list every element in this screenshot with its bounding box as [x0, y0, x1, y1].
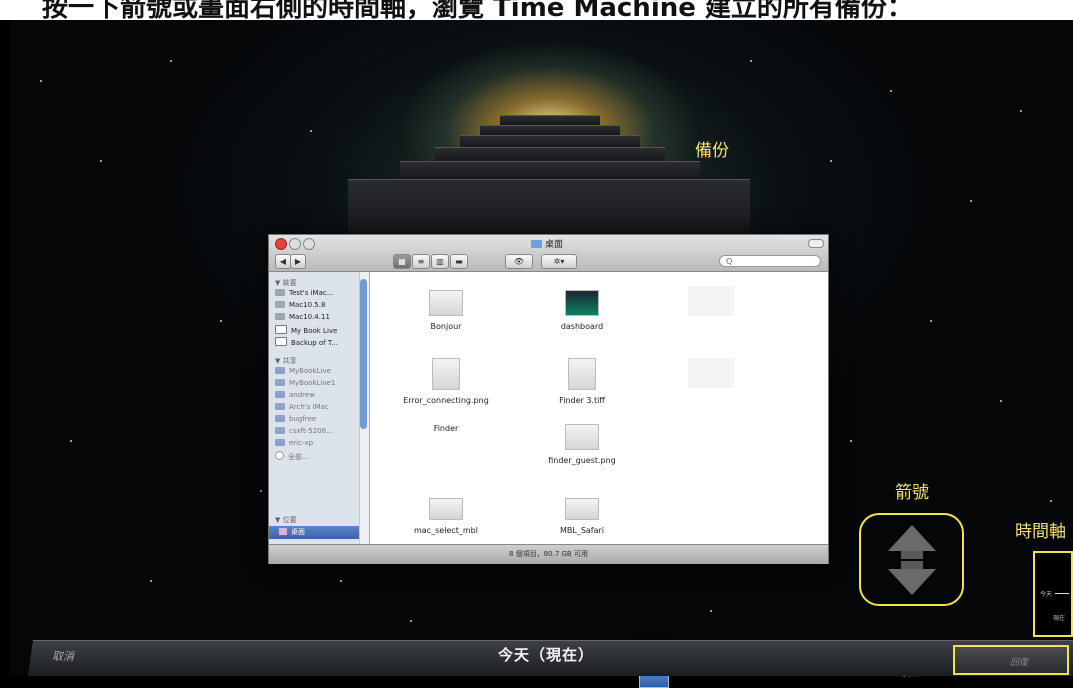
minimize-button[interactable] — [289, 238, 301, 250]
sidebar-item-shared[interactable]: csxft-5208... — [275, 427, 333, 435]
file-thumbnail — [565, 498, 599, 520]
sidebar-item-shared[interactable]: bugfree — [275, 415, 316, 423]
sidebar-item-device[interactable]: Mac10.5.8 — [275, 301, 325, 309]
current-time-label: 今天（現在） — [498, 646, 595, 664]
finder-sidebar: ▼ 裝置 Test's iMac... Mac10.5.8 Mac10.4.11… — [269, 272, 370, 544]
file-thumbnail — [429, 498, 463, 520]
file-thumbnail — [429, 290, 463, 316]
sidebar-item-shared[interactable]: MyBookLive1 — [275, 379, 335, 387]
faded-file-placeholder — [688, 286, 734, 316]
timeline-annotation: 時間軸 — [1015, 522, 1066, 542]
close-button[interactable] — [275, 238, 287, 250]
window-title: 桌面 — [531, 237, 563, 250]
network-icon — [275, 403, 285, 410]
arrow-down-stem — [900, 561, 923, 569]
arrow-down-icon[interactable] — [887, 569, 936, 595]
file-thumbnail — [565, 424, 599, 450]
sidebar-item-device[interactable]: Test's iMac... — [275, 289, 333, 297]
sidebar-item-shared[interactable]: MyBookLive — [275, 367, 331, 375]
file-item[interactable]: dashboard — [507, 290, 657, 331]
timeline[interactable]: 今天 現在 — [1033, 551, 1073, 637]
disk-icon — [275, 337, 287, 346]
timeline-now-tick[interactable]: 現在 — [1053, 613, 1065, 622]
globe-icon — [275, 451, 284, 460]
instruction-caption: 按一下箭號或畫面右側的時間軸，瀏覽 Time Machine 建立的所有備份： — [0, 0, 1073, 20]
toolbar-toggle-button[interactable] — [808, 239, 824, 248]
restore-button[interactable]: 回復 — [953, 645, 1069, 675]
backup-window-stack[interactable] — [435, 147, 665, 162]
sidebar-header-devices: ▼ 裝置 — [275, 279, 297, 287]
sidebar-scroll-thumb[interactable] — [360, 279, 367, 429]
file-thumbnail — [432, 358, 460, 390]
file-item[interactable]: Finder 3.tiff — [507, 358, 657, 405]
timeline-tick — [1055, 593, 1070, 594]
caption-text: 按一下箭號或畫面右側的時間軸，瀏覽 Time Machine 建立的所有備份： — [42, 0, 913, 20]
backup-annotation: 備份 — [695, 141, 729, 161]
network-icon — [275, 439, 285, 446]
finder-status-bar: 8 個項目，80.7 GB 可用 — [269, 544, 828, 564]
timeline-today-tick[interactable]: 今天 — [1040, 589, 1070, 598]
disk-icon — [275, 325, 287, 334]
forward-button[interactable]: ▶ — [290, 254, 306, 269]
sidebar-item-shared[interactable]: eric-xp — [275, 439, 313, 447]
arrow-up-icon[interactable] — [887, 525, 936, 551]
arrow-up-stem — [900, 551, 923, 559]
file-item[interactable]: finder_guest.png — [507, 424, 657, 465]
back-button[interactable]: ◀ — [275, 254, 291, 269]
cancel-button[interactable]: 取消 — [52, 648, 74, 664]
desktop-icon — [279, 528, 287, 535]
file-item[interactable]: mac_select_mbl — [371, 498, 521, 535]
search-input[interactable]: Q — [719, 255, 821, 267]
sidebar-item-shared[interactable]: andrew — [275, 391, 315, 399]
view-list-button[interactable]: ≡ — [412, 254, 430, 269]
zoom-button[interactable] — [303, 238, 315, 250]
disk-icon — [275, 301, 285, 308]
restore-button-label: 回復 — [1010, 658, 1029, 668]
network-icon — [275, 415, 285, 422]
finder-file-area: Bonjour dashboard Error_connecting.png F… — [370, 272, 828, 688]
file-item[interactable]: MBL_Safari — [507, 498, 657, 535]
backup-window-stack[interactable] — [348, 179, 750, 235]
file-item[interactable]: Error_connecting.png — [371, 358, 521, 405]
sidebar-item-shared[interactable]: Arch's iMac — [275, 403, 329, 411]
quicklook-button[interactable]: 👁 — [505, 254, 533, 269]
file-thumbnail — [565, 290, 599, 316]
sidebar-item-desktop[interactable]: 桌面 — [269, 526, 369, 539]
backup-window-stack[interactable] — [400, 161, 700, 180]
sidebar-item-shared-all[interactable]: 全部... — [275, 451, 309, 462]
network-icon — [275, 427, 285, 434]
navigation-arrows — [859, 513, 964, 606]
finder-window: 桌面 ◀ ▶ ▦ ≡ ▥ ▬ 👁 ✲▾ Q ▼ 裝置 Test's iMac..… — [268, 234, 829, 688]
sidebar-item-device[interactable]: Mac10.4.11 — [275, 313, 330, 321]
action-menu-button[interactable]: ✲▾ — [541, 254, 577, 269]
sidebar-item-device[interactable]: Backup of T... — [275, 337, 338, 347]
view-coverflow-button[interactable]: ▬ — [450, 254, 468, 269]
sidebar-header-shared: ▼ 共享 — [275, 357, 297, 365]
network-icon — [275, 391, 285, 398]
network-icon — [275, 367, 285, 374]
view-icon-button[interactable]: ▦ — [393, 254, 411, 269]
network-icon — [275, 379, 285, 386]
disk-icon — [275, 313, 285, 320]
folder-icon — [531, 240, 542, 248]
file-item[interactable]: Finder — [371, 424, 669, 688]
arrows-annotation: 箭號 — [895, 483, 929, 503]
sidebar-item-device[interactable]: My Book Live — [275, 325, 337, 335]
sidebar-header-places: ▼ 位置 — [275, 516, 297, 524]
view-column-button[interactable]: ▥ — [431, 254, 449, 269]
file-thumbnail — [568, 358, 596, 390]
computer-icon — [275, 289, 285, 296]
faded-file-placeholder — [688, 358, 734, 388]
file-item[interactable]: Bonjour — [371, 290, 521, 331]
finder-titlebar: 桌面 ◀ ▶ ▦ ≡ ▥ ▬ 👁 ✲▾ Q — [269, 235, 828, 272]
